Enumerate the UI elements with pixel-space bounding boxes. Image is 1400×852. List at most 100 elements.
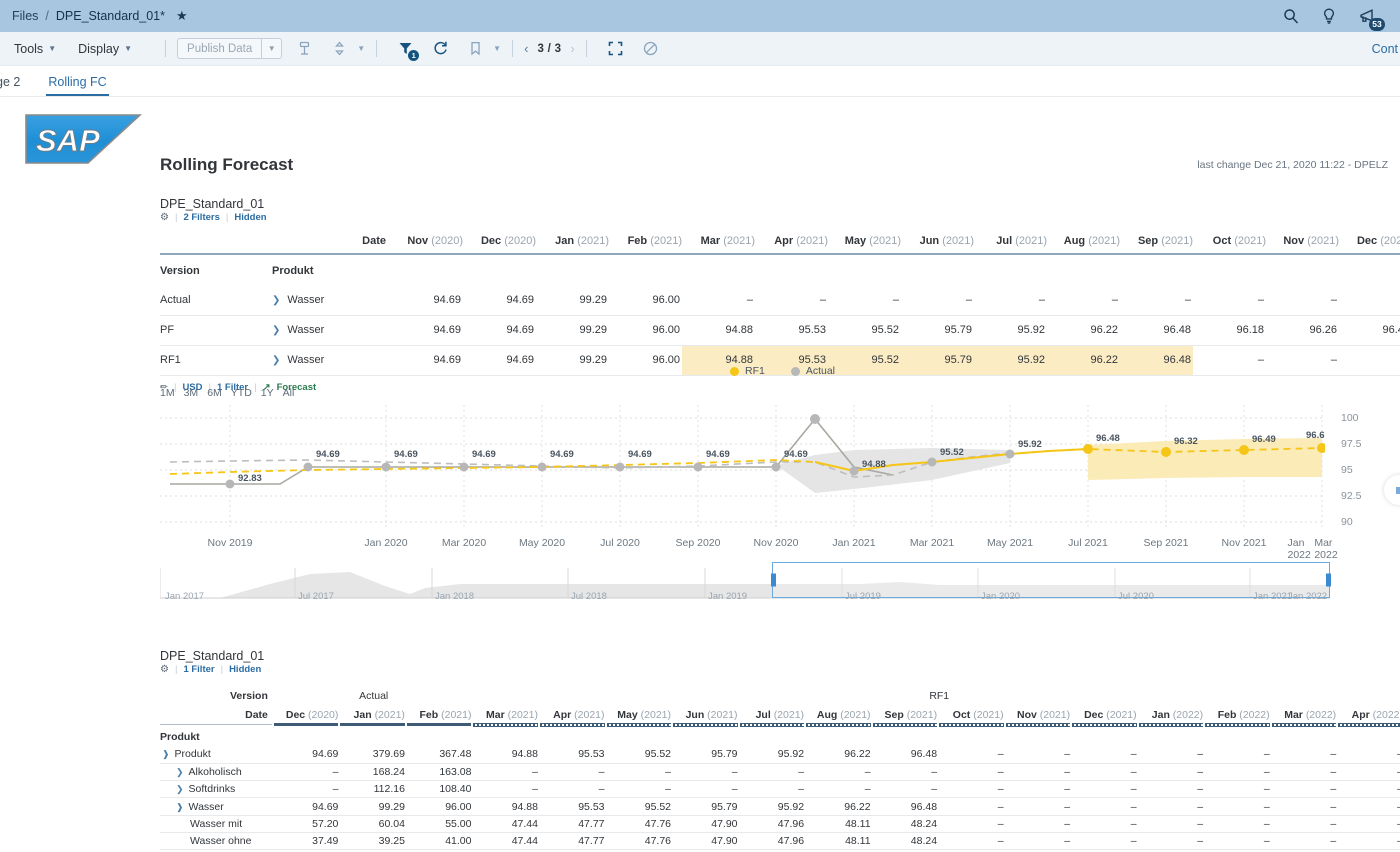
table2-col-header[interactable]: May (2021): [607, 702, 674, 721]
star-icon[interactable]: ★: [176, 8, 188, 24]
table1-cell[interactable]: –: [1120, 285, 1193, 315]
table2-cell[interactable]: –: [1139, 746, 1206, 763]
table2-row-label[interactable]: ❯Alkoholisch: [160, 763, 274, 780]
table1-cell[interactable]: 94.69: [463, 315, 536, 345]
table1-cell[interactable]: 99.29: [536, 315, 609, 345]
table2-cell[interactable]: –: [1338, 781, 1400, 798]
table2-cell[interactable]: –: [1072, 763, 1139, 780]
table2-col-header[interactable]: Sep (2021): [873, 702, 940, 721]
product-detail-table[interactable]: Version Actual RF1 Date Dec (2020) Jan (…: [160, 682, 1400, 850]
table1-cell[interactable]: –: [1047, 285, 1120, 315]
table2-cell[interactable]: –: [1205, 815, 1272, 832]
legend-item-actual[interactable]: Actual: [791, 365, 835, 377]
table2-cell[interactable]: 367.48: [407, 746, 474, 763]
range-button-3m[interactable]: 3M: [184, 387, 199, 399]
table2-cell[interactable]: 95.79: [673, 746, 740, 763]
table2-cell[interactable]: –: [673, 781, 740, 798]
table2-col-header[interactable]: Jun (2021): [673, 702, 740, 721]
table2-cell[interactable]: –: [1205, 798, 1272, 815]
table2-cell[interactable]: 60.04: [340, 815, 407, 832]
table1-col-header[interactable]: Jun (2021): [901, 225, 974, 251]
table2-cell[interactable]: 48.24: [873, 815, 940, 832]
table2-cell[interactable]: –: [1272, 832, 1339, 849]
table2-cell[interactable]: –: [1006, 832, 1073, 849]
breadcrumb-current[interactable]: DPE_Standard_01*: [56, 9, 165, 23]
table1-col-header[interactable]: Jul (2021): [974, 225, 1047, 251]
table2-col-header[interactable]: Mar (2022): [1272, 702, 1339, 721]
table2-cell[interactable]: 94.69: [274, 746, 341, 763]
table2-cell[interactable]: –: [1338, 763, 1400, 780]
table2-cell[interactable]: –: [607, 781, 674, 798]
table-row[interactable]: Wasser ohne 37.49 39.25 41.00 47.44 47.7…: [160, 832, 1400, 849]
table2-cell[interactable]: –: [1205, 781, 1272, 798]
table2-cell[interactable]: 47.44: [473, 832, 540, 849]
table2-col-header[interactable]: Jul (2021): [740, 702, 807, 721]
table1-cell[interactable]: –: [901, 285, 974, 315]
table2-row-label[interactable]: Wasser ohne: [160, 832, 274, 849]
table1-cell[interactable]: –: [1266, 285, 1339, 315]
chevron-right-icon[interactable]: ❯: [272, 295, 280, 306]
table2-row-label[interactable]: ❯Softdrinks: [160, 781, 274, 798]
table2-cell[interactable]: –: [274, 781, 341, 798]
table2-cell[interactable]: –: [939, 763, 1006, 780]
table2-cell[interactable]: –: [1072, 832, 1139, 849]
table2-cell[interactable]: 163.08: [407, 763, 474, 780]
table2-col-header[interactable]: Feb (2022): [1205, 702, 1272, 721]
next-page-button[interactable]: ›: [570, 41, 574, 56]
table1-cell[interactable]: 96.22: [1047, 315, 1120, 345]
table2-cell[interactable]: –: [873, 781, 940, 798]
range-button-all[interactable]: All: [283, 387, 295, 399]
table2-cell[interactable]: –: [1338, 746, 1400, 763]
table2-cell[interactable]: –: [1139, 798, 1206, 815]
table1-cell[interactable]: –: [682, 285, 755, 315]
table2-cell[interactable]: 94.69: [274, 798, 341, 815]
table1-cell[interactable]: –: [974, 285, 1047, 315]
table2-cell[interactable]: –: [740, 763, 807, 780]
table2-col-header[interactable]: Dec (2020): [274, 702, 341, 721]
table1-cell[interactable]: 99.29: [536, 285, 609, 315]
table2-cell[interactable]: 95.92: [740, 746, 807, 763]
table2-col-header[interactable]: Jan (2021): [340, 702, 407, 721]
chevron-right-icon[interactable]: ❯: [272, 325, 280, 336]
table2-col-header[interactable]: Feb (2021): [407, 702, 474, 721]
table1-col-header[interactable]: Aug (2021): [1047, 225, 1120, 251]
table2-cell[interactable]: –: [1205, 832, 1272, 849]
table2-cell[interactable]: 48.24: [873, 832, 940, 849]
table2-cell[interactable]: –: [1139, 781, 1206, 798]
table2-cell[interactable]: –: [806, 781, 873, 798]
table2-cell[interactable]: 96.48: [873, 798, 940, 815]
table1-hidden-link[interactable]: Hidden: [234, 212, 266, 223]
table1-cell[interactable]: –: [1339, 285, 1400, 315]
table2-cell[interactable]: –: [1338, 832, 1400, 849]
table2-cell[interactable]: –: [1272, 798, 1339, 815]
search-icon[interactable]: [1282, 7, 1300, 25]
table2-cell[interactable]: –: [473, 781, 540, 798]
rolling-forecast-chart[interactable]: RF1 Actual 1M 3M 6M YTD 1Y All: [160, 365, 1400, 565]
table2-cell[interactable]: 48.11: [806, 832, 873, 849]
table1-cell[interactable]: –: [1193, 285, 1266, 315]
chart-plot-area[interactable]: 92.83 94.69 94.69 94.69 94.69 94.69 94.6…: [160, 405, 1325, 535]
table2-cell[interactable]: –: [939, 781, 1006, 798]
table2-cell[interactable]: 96.48: [873, 746, 940, 763]
table1-produkt-cell[interactable]: ❯Wasser: [272, 315, 390, 345]
table2-col-header[interactable]: Jan (2022): [1139, 702, 1206, 721]
table2-col-header[interactable]: Apr (2022): [1338, 702, 1400, 721]
table2-cell[interactable]: 112.16: [340, 781, 407, 798]
table1-col-header[interactable]: Dec (2021): [1339, 225, 1400, 251]
table2-cell[interactable]: 47.76: [607, 815, 674, 832]
table1-cell[interactable]: 96.26: [1266, 315, 1339, 345]
table2-cell[interactable]: –: [1006, 798, 1073, 815]
table1-produkt-cell[interactable]: ❯Wasser: [272, 285, 390, 315]
table2-cell[interactable]: 94.88: [473, 798, 540, 815]
lightbulb-icon[interactable]: [1320, 7, 1338, 25]
table-row[interactable]: PF ❯Wasser 94.69 94.69 99.29 96.00 94.88…: [160, 315, 1400, 345]
table2-cell[interactable]: –: [873, 763, 940, 780]
publish-data-button[interactable]: Publish Data ▼: [177, 38, 282, 59]
gear-icon[interactable]: ⚙: [160, 212, 169, 223]
table2-cell[interactable]: 95.79: [673, 798, 740, 815]
table2-cell[interactable]: –: [673, 763, 740, 780]
table2-cell[interactable]: 47.90: [673, 815, 740, 832]
table2-cell[interactable]: –: [740, 781, 807, 798]
table1-cell[interactable]: 96.48: [1120, 315, 1193, 345]
table2-cell[interactable]: 96.22: [806, 746, 873, 763]
